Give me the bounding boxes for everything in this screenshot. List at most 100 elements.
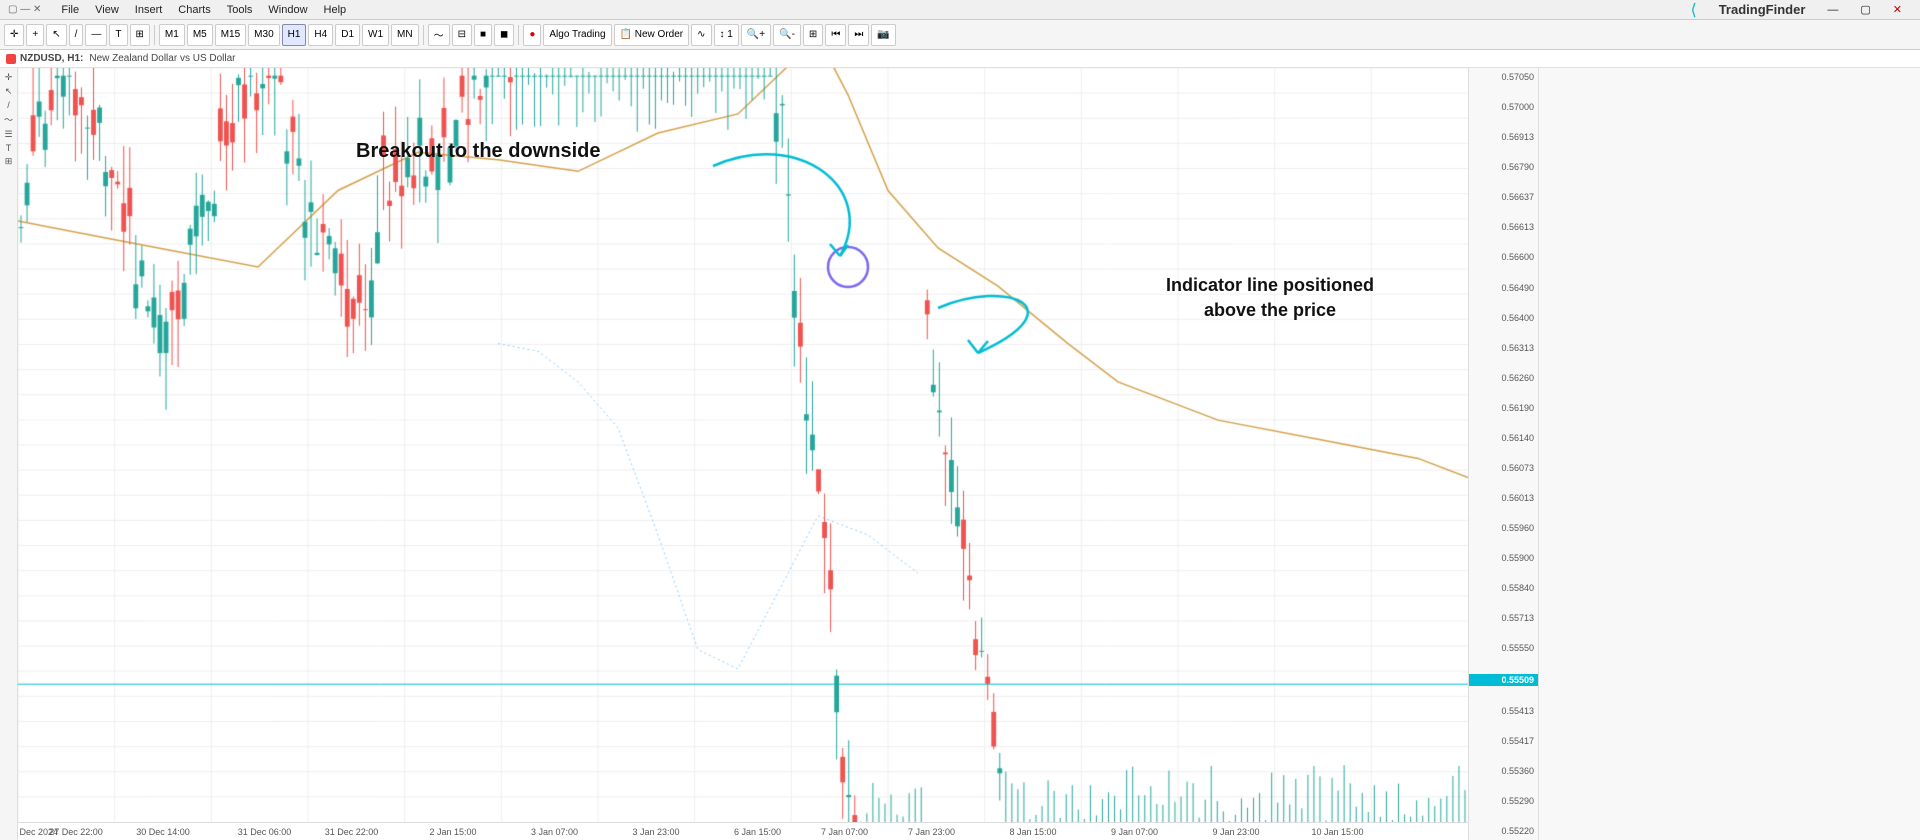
- time-label-10: 7 Jan 23:00: [908, 827, 955, 837]
- time-label-8: 6 Jan 15:00: [734, 827, 781, 837]
- price-23: 0.55290: [1469, 796, 1538, 806]
- time-label-6: 3 Jan 07:00: [531, 827, 578, 837]
- time-label-4: 31 Dec 22:00: [325, 827, 379, 837]
- screenshot-button[interactable]: 📷: [871, 24, 895, 46]
- left-tool-3[interactable]: /: [7, 100, 10, 110]
- price-1: 0.57000: [1469, 102, 1538, 112]
- symbol-description: New Zealand Dollar vs US Dollar: [89, 53, 235, 64]
- menu-view[interactable]: View: [87, 4, 127, 16]
- toolbar: ✛ + ↖ / — T ⊞ M1 M5 M15 M30 H1 H4 D1 W1 …: [0, 20, 1920, 50]
- algo-trading-button[interactable]: Algo Trading: [543, 24, 611, 46]
- new-order-button[interactable]: 📋 New Order: [614, 24, 690, 46]
- main-layout: ✛ ↖ / 〜 ☰ T ⊞ Breakout to the downside I…: [0, 68, 1920, 840]
- window-minimize[interactable]: —: [1819, 4, 1846, 16]
- time-axis: 27 Dec 2024 27 Dec 22:00 30 Dec 14:00 31…: [18, 822, 1468, 840]
- chart-container[interactable]: Breakout to the downside Indicator line …: [18, 68, 1538, 840]
- price-3: 0.56790: [1469, 162, 1538, 172]
- price-19: 0.55550: [1469, 643, 1538, 653]
- symbol-bar: NZDUSD, H1: New Zealand Dollar vs US Dol…: [0, 50, 1920, 68]
- shapes-tool[interactable]: ⊞: [130, 24, 150, 46]
- chart-type-candle[interactable]: ■: [474, 24, 492, 46]
- left-tool-7[interactable]: ⊞: [5, 156, 13, 167]
- more-indicators[interactable]: ↕ 1: [714, 24, 739, 46]
- price-5: 0.56613: [1469, 222, 1538, 232]
- price-7: 0.56490: [1469, 283, 1538, 293]
- chart-type-bar[interactable]: ⊟: [452, 24, 472, 46]
- menu-bar: ▢ — ✕ File View Insert Charts Tools Wind…: [0, 0, 1920, 20]
- left-tool-5[interactable]: ☰: [4, 129, 12, 140]
- price-18: 0.55713: [1469, 613, 1538, 623]
- left-tool-4[interactable]: 〜: [4, 113, 13, 126]
- price-21: 0.55417: [1469, 736, 1538, 746]
- add-tool[interactable]: +: [26, 24, 44, 46]
- tf-m1[interactable]: M1: [159, 24, 185, 46]
- logo-text: TradingFinder: [1711, 2, 1814, 17]
- price-4: 0.56637: [1469, 192, 1538, 202]
- right-panel: [1538, 68, 1920, 840]
- time-label-3: 31 Dec 06:00: [238, 827, 292, 837]
- left-tool-6[interactable]: T: [6, 143, 12, 153]
- time-label-13: 9 Jan 23:00: [1212, 827, 1259, 837]
- sell-button[interactable]: ●: [523, 24, 541, 46]
- menu-file[interactable]: File: [53, 4, 87, 16]
- arrow-tool[interactable]: ↖: [46, 24, 66, 46]
- window-close[interactable]: ✕: [1885, 3, 1910, 16]
- left-toolbar: ✛ ↖ / 〜 ☰ T ⊞: [0, 68, 18, 840]
- tf-w1[interactable]: W1: [362, 24, 389, 46]
- tf-d1[interactable]: D1: [335, 24, 360, 46]
- price-20: 0.55413: [1469, 706, 1538, 716]
- line-tool[interactable]: /: [69, 24, 84, 46]
- time-label-5: 2 Jan 15:00: [429, 827, 476, 837]
- menu-tools[interactable]: Tools: [219, 4, 261, 16]
- price-10: 0.56260: [1469, 373, 1538, 383]
- menu-window[interactable]: Window: [260, 4, 315, 16]
- price-axis: 0.57050 0.57000 0.56913 0.56790 0.56637 …: [1468, 68, 1538, 840]
- chart-canvas[interactable]: [18, 68, 1468, 822]
- grid-button[interactable]: ⊞: [803, 24, 823, 46]
- price-0: 0.57050: [1469, 72, 1538, 82]
- price-13: 0.56073: [1469, 463, 1538, 473]
- scroll-right[interactable]: ⏭: [848, 24, 869, 46]
- indicators-button[interactable]: ∿: [691, 24, 711, 46]
- price-14: 0.56013: [1469, 493, 1538, 503]
- time-label-9: 7 Jan 07:00: [821, 827, 868, 837]
- time-label-14: 10 Jan 15:00: [1311, 827, 1363, 837]
- time-label-1: 27 Dec 22:00: [49, 827, 103, 837]
- price-8: 0.56400: [1469, 313, 1538, 323]
- dash-tool[interactable]: —: [85, 24, 107, 46]
- menu-help[interactable]: Help: [316, 4, 355, 16]
- menu-charts[interactable]: Charts: [170, 4, 218, 16]
- tf-h4[interactable]: H4: [308, 24, 333, 46]
- time-label-2: 30 Dec 14:00: [136, 827, 190, 837]
- price-17: 0.55840: [1469, 583, 1538, 593]
- chart-zoom-out[interactable]: 🔍-: [773, 24, 801, 46]
- window-controls: ▢ — ✕: [0, 4, 49, 15]
- chart-type-area[interactable]: ◼: [494, 24, 514, 46]
- price-11: 0.56190: [1469, 403, 1538, 413]
- price-22: 0.55360: [1469, 766, 1538, 776]
- price-12: 0.56140: [1469, 433, 1538, 443]
- price-current: 0.55509: [1469, 674, 1538, 686]
- scroll-left[interactable]: ⏮: [825, 24, 846, 46]
- tf-h1[interactable]: H1: [282, 24, 307, 46]
- price-6: 0.56600: [1469, 252, 1538, 262]
- price-9: 0.56313: [1469, 343, 1538, 353]
- price-16: 0.55900: [1469, 553, 1538, 563]
- price-2: 0.56913: [1469, 132, 1538, 142]
- tf-m30[interactable]: M30: [248, 24, 279, 46]
- crosshair-tool[interactable]: ✛: [4, 24, 24, 46]
- symbol-name: NZDUSD, H1:: [20, 53, 83, 64]
- price-15: 0.55960: [1469, 523, 1538, 533]
- left-tool-1[interactable]: ✛: [5, 72, 13, 83]
- window-maximize[interactable]: ▢: [1852, 3, 1878, 16]
- text-tool[interactable]: T: [109, 24, 127, 46]
- chart-zoom-in[interactable]: 🔍+: [741, 24, 771, 46]
- tf-m15[interactable]: M15: [215, 24, 246, 46]
- menu-insert[interactable]: Insert: [127, 4, 171, 16]
- left-tool-2[interactable]: ↖: [5, 86, 13, 97]
- tf-m5[interactable]: M5: [187, 24, 213, 46]
- logo-icon: ⟨: [1682, 0, 1704, 20]
- tf-mn[interactable]: MN: [391, 24, 419, 46]
- chart-type-line[interactable]: 〜: [428, 24, 450, 46]
- price-24: 0.55220: [1469, 826, 1538, 836]
